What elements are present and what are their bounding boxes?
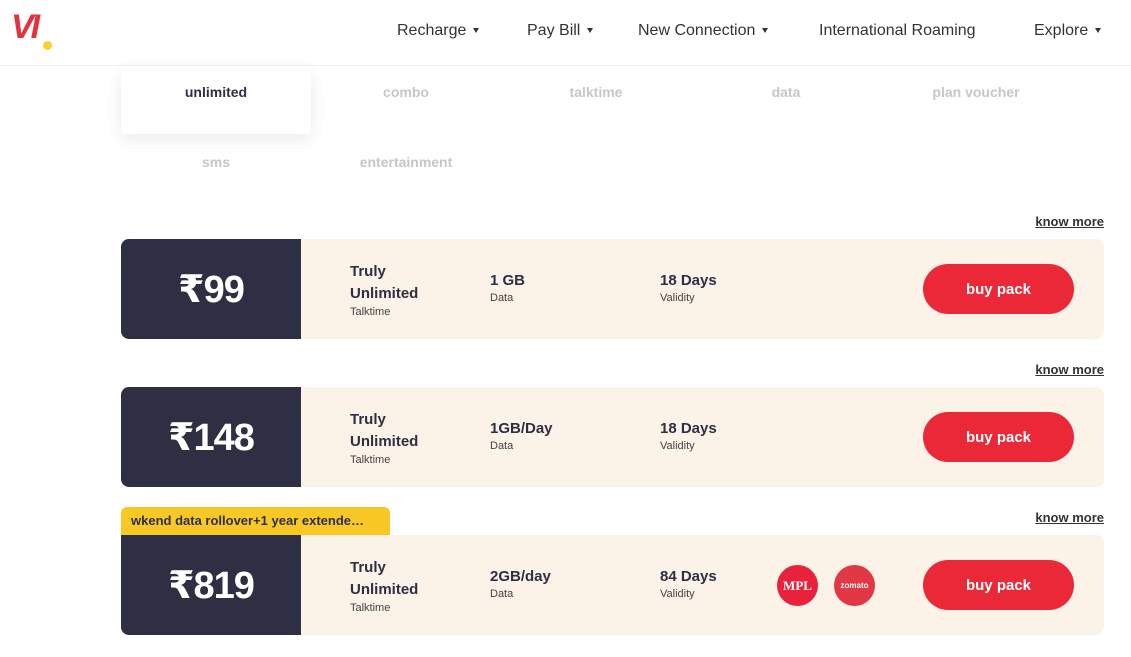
talktime-info: Truly Unlimited Talktime	[350, 557, 418, 615]
data-value: 1 GB	[490, 272, 526, 289]
nav-new-connection[interactable]: New Connection	[638, 0, 769, 62]
nav-pay-bill[interactable]: Pay Bill	[527, 0, 594, 62]
data-info: 2GB/day Data	[490, 568, 551, 600]
nav-explore[interactable]: Explore	[1034, 0, 1102, 62]
buy-pack-button[interactable]: buy pack	[923, 264, 1074, 314]
talktime-info: Truly Unlimited Talktime	[350, 261, 418, 319]
nav-label: International Roaming	[819, 22, 976, 39]
nav-label: Pay Bill	[527, 22, 581, 39]
talktime-line2: Unlimited	[350, 581, 419, 598]
data-info: 1 GB Data	[490, 272, 525, 304]
talktime-line2: Unlimited	[350, 285, 419, 302]
data-value: 1GB/Day	[490, 420, 553, 437]
logo-text: VI	[11, 8, 40, 46]
site-header: VI Recharge Pay Bill New Connection Inte…	[0, 0, 1131, 66]
know-more-link[interactable]: know more	[1035, 510, 1104, 525]
talktime-line1: Truly	[350, 263, 386, 280]
talktime-line2: Unlimited	[350, 433, 419, 450]
data-value: 2GB/day	[490, 568, 551, 585]
validity-value: 18 Days	[660, 420, 717, 437]
validity-info: 18 Days Validity	[660, 420, 717, 452]
logo-dot-icon	[43, 41, 52, 50]
pack-price: ₹819	[121, 535, 301, 635]
tab-plan-voucher[interactable]: plan voucher	[881, 66, 1071, 134]
tab-talktime[interactable]: talktime	[501, 66, 691, 134]
talktime-label: Talktime	[350, 454, 391, 466]
talktime-label: Talktime	[350, 306, 391, 318]
nav-label: New Connection	[638, 22, 756, 39]
validity-value: 18 Days	[660, 272, 717, 289]
buy-pack-button[interactable]: buy pack	[923, 560, 1074, 610]
validity-value: 84 Days	[660, 568, 717, 585]
know-more-link[interactable]: know more	[1035, 362, 1104, 377]
caret-down-icon	[1095, 27, 1102, 33]
talktime-label: Talktime	[350, 602, 391, 614]
tab-combo[interactable]: combo	[311, 66, 501, 134]
mpl-logo-icon: MPL	[777, 565, 818, 606]
pack-card: ₹819 Truly Unlimited Talktime 2GB/day Da…	[121, 535, 1104, 635]
caret-down-icon	[762, 27, 769, 33]
talktime-info: Truly Unlimited Talktime	[350, 409, 418, 467]
talktime-line1: Truly	[350, 411, 386, 428]
nav-recharge[interactable]: Recharge	[397, 0, 480, 62]
tab-unlimited[interactable]: unlimited	[121, 66, 311, 134]
tab-sms[interactable]: sms	[121, 136, 311, 204]
data-label: Data	[490, 588, 514, 600]
nav-label: Recharge	[397, 22, 467, 39]
validity-label: Validity	[660, 440, 695, 452]
nav-international-roaming[interactable]: International Roaming	[819, 0, 976, 62]
talktime-line1: Truly	[350, 559, 386, 576]
validity-info: 18 Days Validity	[660, 272, 717, 304]
data-info: 1GB/Day Data	[490, 420, 553, 452]
pack-card: ₹99 Truly Unlimited Talktime 1 GB Data 1…	[121, 239, 1104, 339]
validity-info: 84 Days Validity	[660, 568, 717, 600]
data-label: Data	[490, 440, 514, 452]
validity-label: Validity	[660, 588, 695, 600]
pack-card: ₹148 Truly Unlimited Talktime 1GB/Day Da…	[121, 387, 1104, 487]
offer-badge: wkend data rollover+1 year extende…	[121, 507, 390, 535]
zomato-logo-icon: zomato	[834, 565, 875, 606]
vi-logo[interactable]: VI	[11, 10, 61, 52]
nav-label: Explore	[1034, 22, 1089, 39]
know-more-link[interactable]: know more	[1035, 214, 1104, 229]
caret-down-icon	[473, 27, 480, 33]
pack-price: ₹99	[121, 239, 301, 339]
buy-pack-button[interactable]: buy pack	[923, 412, 1074, 462]
pack-price: ₹148	[121, 387, 301, 487]
validity-label: Validity	[660, 292, 695, 304]
tab-entertainment[interactable]: entertainment	[311, 136, 501, 204]
caret-down-icon	[587, 27, 594, 33]
tab-data[interactable]: data	[691, 66, 881, 134]
data-label: Data	[490, 292, 514, 304]
